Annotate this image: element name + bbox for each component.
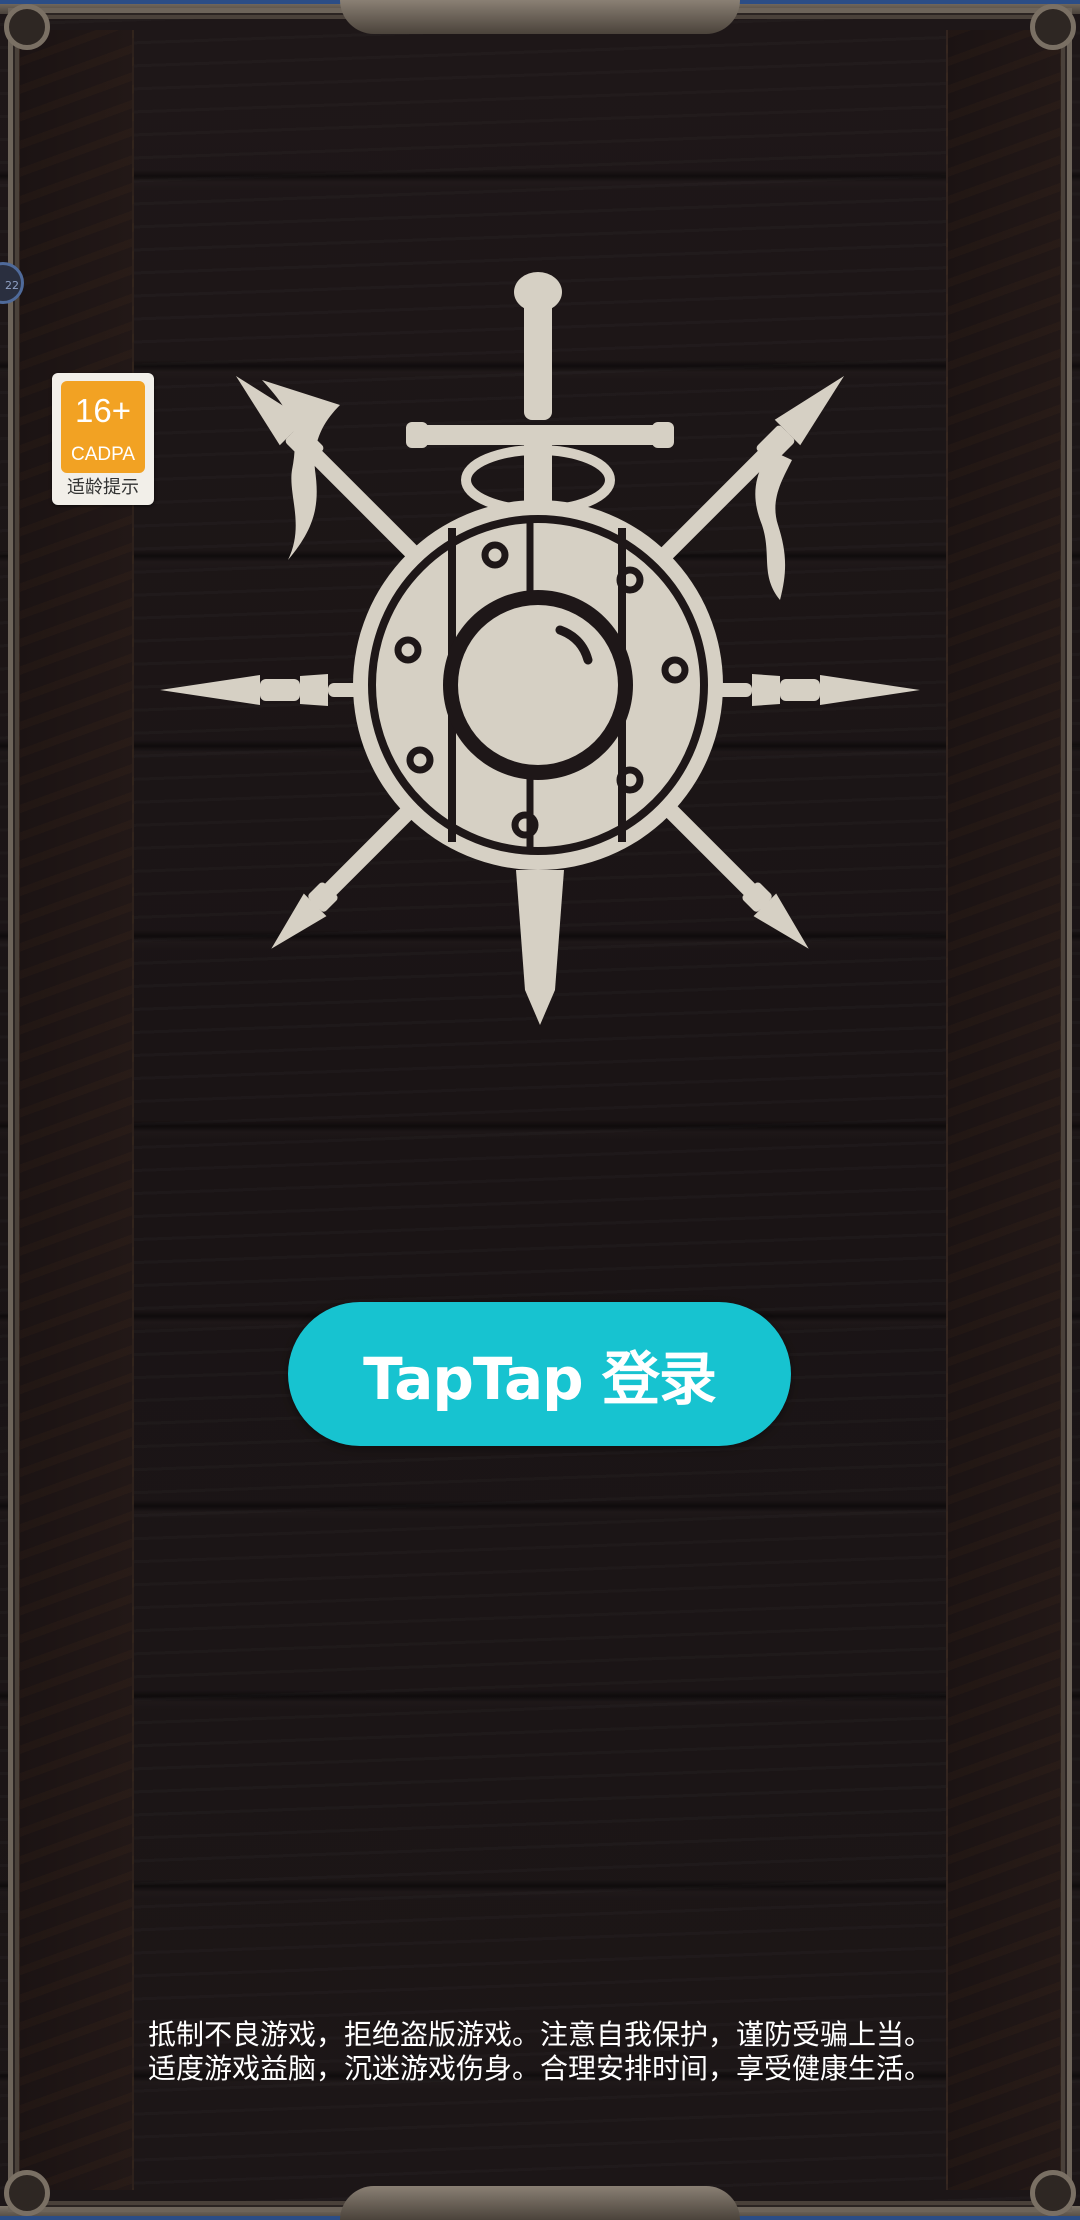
health-advisory: 抵制不良游戏，拒绝盗版游戏。注意自我保护，谨防受骗上当。 适度游戏益脑，沉迷游戏… [0,2018,1080,2086]
corner-ornament-icon [4,4,50,50]
age-rating-value: 16+ [75,392,131,429]
age-rating-hint: 适龄提示 [67,477,139,498]
age-rating-badge[interactable]: 16+ CADPA 适龄提示 [52,373,154,505]
corner-ornament-icon [1030,4,1076,50]
advisory-line-1: 抵制不良游戏，拒绝盗版游戏。注意自我保护，谨防受骗上当。 [147,2018,932,2051]
advisory-line-2: 适度游戏益脑，沉迷游戏伤身。合理安排时间，享受健康生活。 [147,2052,932,2085]
age-rating-box: 16+ CADPA [61,381,145,473]
left-ornamental-strip [18,30,134,2190]
corner-ornament-icon [4,2170,50,2216]
right-ornamental-strip [946,30,1062,2190]
launch-screen: 22 16+ CADPA 适龄提示 TapTap 登录 抵制不良游戏，拒绝盗版游… [0,0,1080,2220]
bottom-ornament [340,2186,740,2220]
corner-ornament-icon [1030,2170,1076,2216]
rating-organization: CADPA [70,444,136,465]
taptap-login-button[interactable]: TapTap 登录 [288,1302,791,1446]
shield-sword-spears-icon [160,272,920,1025]
top-ornament [340,0,740,34]
